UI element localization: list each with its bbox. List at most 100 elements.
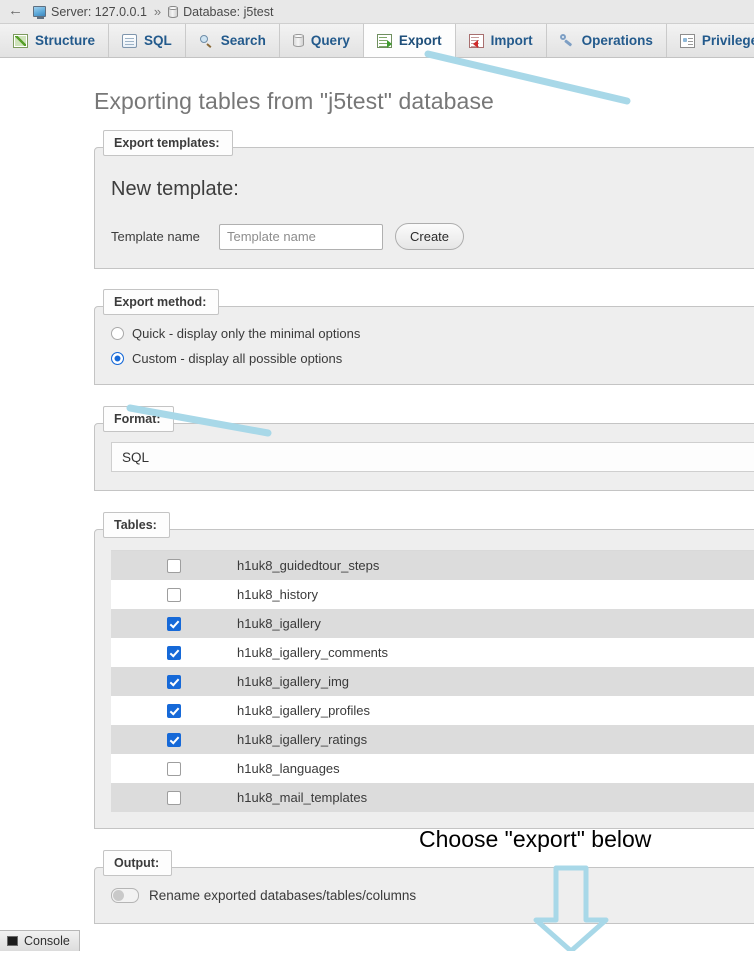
table-name: h1uk8_guidedtour_steps: [237, 558, 380, 573]
table-checkbox[interactable]: [167, 645, 181, 660]
main-tabbar: Structure SQL Search Query Export Import…: [0, 24, 754, 58]
table-name: h1uk8_igallery: [237, 616, 321, 631]
back-arrow-icon[interactable]: ←: [6, 3, 27, 20]
breadcrumb-database-label: Database: j5test: [183, 4, 274, 19]
table-row[interactable]: h1uk8_igallery_ratings: [111, 725, 754, 754]
tab-operations[interactable]: Operations: [546, 24, 667, 57]
tab-export-label: Export: [398, 33, 442, 48]
structure-icon: [13, 33, 28, 48]
tables-legend: Tables:: [103, 512, 170, 538]
privileges-icon: [679, 33, 695, 48]
server-icon: [33, 6, 46, 19]
table-row-checkbox-cell[interactable]: [111, 587, 237, 602]
create-template-button[interactable]: Create: [395, 223, 465, 250]
import-icon: [468, 33, 484, 48]
tab-query-label: Query: [310, 33, 350, 48]
table-checkbox[interactable]: [167, 616, 181, 631]
tab-import-label: Import: [490, 33, 533, 48]
table-checkbox[interactable]: [167, 790, 181, 805]
rename-exported-label: Rename exported databases/tables/columns: [149, 888, 417, 903]
tab-privileges-label: Privileges: [701, 33, 754, 48]
table-name: h1uk8_languages: [237, 761, 340, 776]
export-method-legend: Export method:: [103, 289, 220, 315]
breadcrumb-database[interactable]: Database: j5test: [168, 5, 273, 19]
search-icon: [199, 34, 214, 48]
table-name: h1uk8_igallery_comments: [237, 645, 389, 660]
table-name: h1uk8_history: [237, 587, 318, 602]
radio-custom-label: Custom - display all possible options: [132, 350, 343, 366]
table-checkbox[interactable]: [167, 558, 181, 573]
breadcrumb-separator: »: [153, 4, 162, 19]
console-label: Console: [24, 934, 70, 948]
new-template-heading: New template:: [111, 178, 239, 200]
table-checkbox[interactable]: [167, 587, 181, 602]
console-bar[interactable]: Console: [0, 930, 80, 951]
table-row[interactable]: h1uk8_guidedtour_steps: [111, 551, 754, 580]
output-legend: Output:: [103, 850, 173, 876]
table-row[interactable]: h1uk8_igallery_profiles: [111, 696, 754, 725]
database-icon: [168, 5, 179, 18]
tab-sql-label: SQL: [144, 33, 172, 48]
query-icon: [292, 34, 304, 47]
template-name-label: Template name: [111, 229, 200, 244]
table-row[interactable]: h1uk8_history: [111, 580, 754, 609]
rename-exported-row[interactable]: Rename exported databases/tables/columns: [111, 888, 754, 903]
export-method-option-quick[interactable]: Quick - display only the minimal options: [111, 323, 754, 343]
table-row[interactable]: h1uk8_languages: [111, 754, 754, 783]
tab-search[interactable]: Search: [185, 24, 280, 57]
tab-structure[interactable]: Structure: [0, 24, 110, 57]
radio-quick[interactable]: [111, 326, 124, 340]
tables-list: h1uk8_guidedtour_steps h1uk8_history h1u…: [111, 550, 754, 812]
table-row-checkbox-cell[interactable]: [111, 703, 237, 718]
table-row[interactable]: h1uk8_mail_templates: [111, 783, 754, 812]
tab-import[interactable]: Import: [455, 24, 547, 57]
format-selected-value: SQL: [122, 449, 150, 465]
output-fieldset: Output: Rename exported databases/tables…: [94, 850, 754, 924]
tab-query[interactable]: Query: [279, 24, 364, 57]
table-checkbox[interactable]: [167, 732, 181, 747]
tab-structure-label: Structure: [35, 33, 96, 48]
table-row-checkbox-cell[interactable]: [111, 761, 237, 776]
table-checkbox[interactable]: [167, 674, 181, 689]
table-row-checkbox-cell[interactable]: [111, 616, 237, 631]
table-name: h1uk8_igallery_profiles: [237, 703, 370, 718]
tab-sql[interactable]: SQL: [109, 24, 186, 57]
table-checkbox[interactable]: [167, 703, 181, 718]
breadcrumb-server-label: Server: 127.0.0.1: [51, 4, 147, 19]
radio-quick-label: Quick - display only the minimal options: [132, 325, 361, 341]
export-method-option-custom[interactable]: Custom - display all possible options: [111, 348, 754, 368]
table-checkbox[interactable]: [167, 761, 181, 776]
breadcrumb-server[interactable]: Server: 127.0.0.1: [33, 5, 147, 19]
table-name: h1uk8_igallery_ratings: [237, 732, 368, 747]
table-row[interactable]: h1uk8_igallery: [111, 609, 754, 638]
tab-privileges[interactable]: Privileges: [666, 24, 754, 57]
export-templates-legend: Export templates:: [103, 130, 233, 156]
rename-exported-toggle[interactable]: [111, 888, 139, 903]
page-title: Exporting tables from "j5test" database: [94, 88, 494, 114]
table-name: h1uk8_mail_templates: [237, 790, 368, 805]
tab-operations-label: Operations: [581, 33, 653, 48]
tables-fieldset: Tables: h1uk8_guidedtour_steps h1uk8_his…: [94, 512, 754, 829]
table-row-checkbox-cell[interactable]: [111, 674, 237, 689]
export-method-fieldset: Export method: Quick - display only the …: [94, 289, 754, 385]
operations-icon: [559, 33, 575, 48]
table-row-checkbox-cell[interactable]: [111, 732, 237, 747]
format-fieldset: Format: SQL: [94, 406, 754, 491]
export-templates-fieldset: Export templates: New template: Template…: [94, 130, 754, 269]
table-row-checkbox-cell[interactable]: [111, 790, 237, 805]
format-select[interactable]: SQL: [111, 442, 754, 472]
tab-search-label: Search: [220, 33, 266, 48]
table-row[interactable]: h1uk8_igallery_img: [111, 667, 754, 696]
table-row-checkbox-cell[interactable]: [111, 558, 237, 573]
radio-custom[interactable]: [111, 351, 124, 365]
table-row[interactable]: h1uk8_igallery_comments: [111, 638, 754, 667]
console-icon: [7, 936, 18, 946]
page-content: Exporting tables from "j5test" database …: [0, 88, 754, 924]
tab-export[interactable]: Export: [363, 24, 456, 57]
table-name: h1uk8_igallery_img: [237, 674, 350, 689]
template-name-input[interactable]: [219, 223, 383, 250]
table-row-checkbox-cell[interactable]: [111, 645, 237, 660]
export-icon: [376, 33, 392, 48]
format-legend: Format:: [103, 406, 174, 432]
sql-icon: [122, 33, 138, 48]
